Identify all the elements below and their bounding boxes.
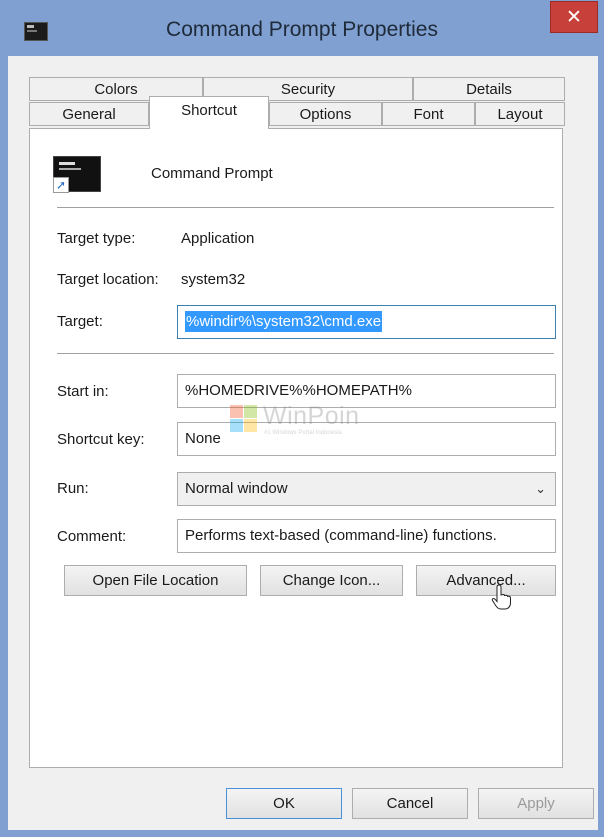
shortcut-name: Command Prompt	[151, 165, 273, 182]
command-prompt-icon: ➚	[53, 156, 101, 193]
target-location-value: system32	[181, 271, 246, 288]
window-title: Command Prompt Properties	[166, 18, 438, 41]
change-icon-button[interactable]: Change Icon...	[260, 565, 403, 596]
target-field[interactable]: %windir%\system32\cmd.exe	[177, 305, 556, 339]
apply-button[interactable]: Apply	[478, 788, 594, 819]
start-in-field[interactable]: %HOMEDRIVE%%HOMEPATH%	[177, 374, 556, 408]
tab-details[interactable]: Details	[413, 77, 565, 101]
comment-field[interactable]: Performs text-based (command-line) funct…	[177, 519, 556, 553]
target-type-value: Application	[181, 230, 255, 247]
comment-label: Comment:	[57, 528, 127, 545]
cancel-button[interactable]: Cancel	[352, 788, 468, 819]
separator	[57, 207, 554, 208]
target-label: Target:	[57, 313, 103, 330]
hand-cursor-icon	[491, 584, 511, 610]
tab-shortcut[interactable]: Shortcut	[149, 96, 269, 129]
open-file-location-button[interactable]: Open File Location	[64, 565, 247, 596]
target-type-label: Target type:	[57, 230, 136, 247]
target-location-label: Target location:	[57, 271, 159, 288]
shortcut-key-field[interactable]: None	[177, 422, 556, 456]
advanced-button[interactable]: Advanced...	[416, 565, 556, 596]
properties-window: Command Prompt Properties ✕ Colors Secur…	[0, 0, 604, 837]
chevron-down-icon: ⌄	[535, 481, 546, 496]
tab-general[interactable]: General	[29, 102, 149, 126]
separator	[57, 353, 554, 354]
tab-font[interactable]: Font	[382, 102, 475, 126]
close-button[interactable]: ✕	[550, 1, 598, 33]
title-bar[interactable]: Command Prompt Properties ✕	[0, 0, 604, 55]
tab-layout[interactable]: Layout	[475, 102, 565, 126]
run-select-value: Normal window	[185, 480, 288, 497]
target-value: %windir%\system32\cmd.exe	[185, 311, 383, 332]
run-select[interactable]: Normal window ⌄	[177, 472, 556, 506]
ok-button[interactable]: OK	[226, 788, 342, 819]
start-in-label: Start in:	[57, 383, 109, 400]
shortcut-key-label: Shortcut key:	[57, 431, 145, 448]
tab-options[interactable]: Options	[269, 102, 382, 126]
shortcut-arrow-icon: ➚	[53, 177, 69, 193]
run-label: Run:	[57, 480, 89, 497]
